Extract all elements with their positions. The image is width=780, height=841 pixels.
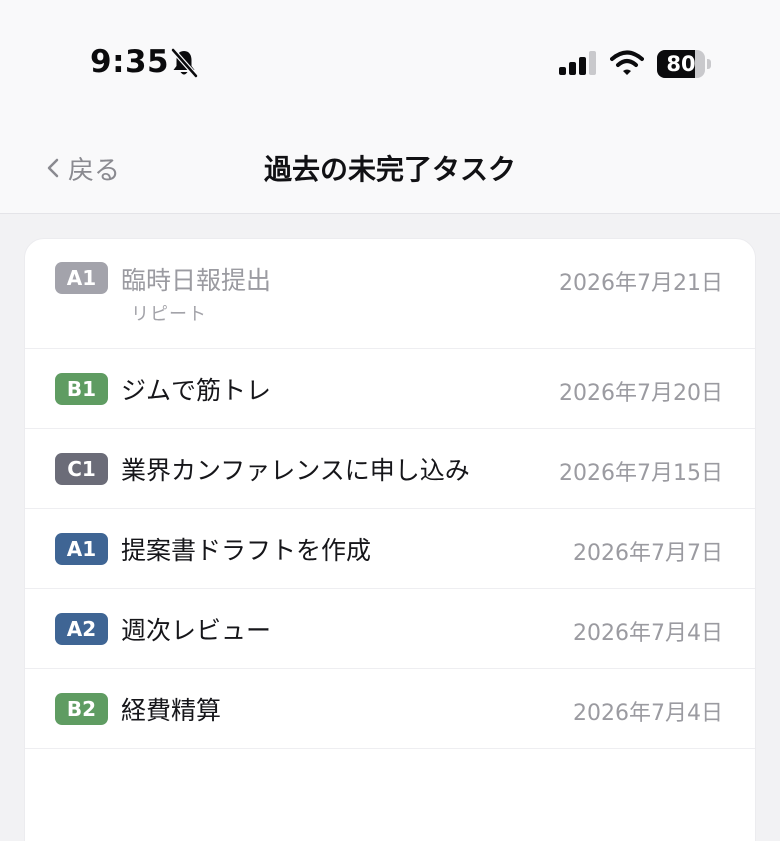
bell-off-icon [171, 48, 198, 78]
task-date: 2026年7月20日 [559, 381, 723, 406]
task-row[interactable]: B2 経費精算 2026年7月4日 [25, 669, 755, 749]
task-date: 2026年7月4日 [573, 701, 723, 726]
page-title: 過去の未完了タスク [263, 153, 516, 186]
priority-badge: A1 [55, 533, 108, 565]
task-date: 2026年7月7日 [573, 541, 723, 566]
task-title: 業界カンファレンスに申し込み [121, 456, 470, 485]
task-title: 週次レビュー [121, 616, 272, 645]
battery-level: 80 [666, 52, 696, 76]
battery-cap [707, 59, 711, 69]
priority-badge: A2 [55, 613, 108, 645]
screen: 9:35 80 戻る 過去の未完了タスク A1 臨時日報提出 リピート 2026… [0, 0, 780, 841]
task-list: A1 臨時日報提出 リピート 2026年7月21日 B1 ジムで筋トレ 2026… [24, 238, 756, 841]
task-date: 2026年7月4日 [573, 621, 723, 646]
battery-body: 80 [657, 50, 705, 78]
task-title: 提案書ドラフトを作成 [121, 536, 372, 565]
task-row[interactable]: B1 ジムで筋トレ 2026年7月20日 [25, 349, 755, 429]
task-row[interactable]: A1 提案書ドラフトを作成 2026年7月7日 [25, 509, 755, 589]
status-time: 9:35 [90, 44, 170, 80]
wifi-icon [610, 50, 644, 75]
cellular-signal-icon [559, 51, 596, 75]
priority-badge: B1 [55, 373, 108, 405]
task-date: 2026年7月15日 [559, 461, 723, 486]
task-row[interactable]: A1 臨時日報提出 リピート 2026年7月21日 [25, 239, 755, 349]
task-title: ジムで筋トレ [121, 376, 272, 405]
task-repeat-label: リピート [131, 304, 207, 325]
task-row[interactable]: C1 業界カンファレンスに申し込み 2026年7月15日 [25, 429, 755, 509]
battery-indicator: 80 [657, 50, 711, 78]
top-bar: 9:35 80 戻る 過去の未完了タスク [0, 0, 780, 214]
task-title: 臨時日報提出 [121, 266, 272, 295]
priority-badge: C1 [55, 453, 108, 485]
task-row[interactable]: A2 週次レビュー 2026年7月4日 [25, 589, 755, 669]
task-title: 経費精算 [121, 696, 222, 725]
priority-badge: B2 [55, 693, 108, 725]
task-date: 2026年7月21日 [559, 271, 723, 296]
priority-badge: A1 [55, 262, 108, 294]
